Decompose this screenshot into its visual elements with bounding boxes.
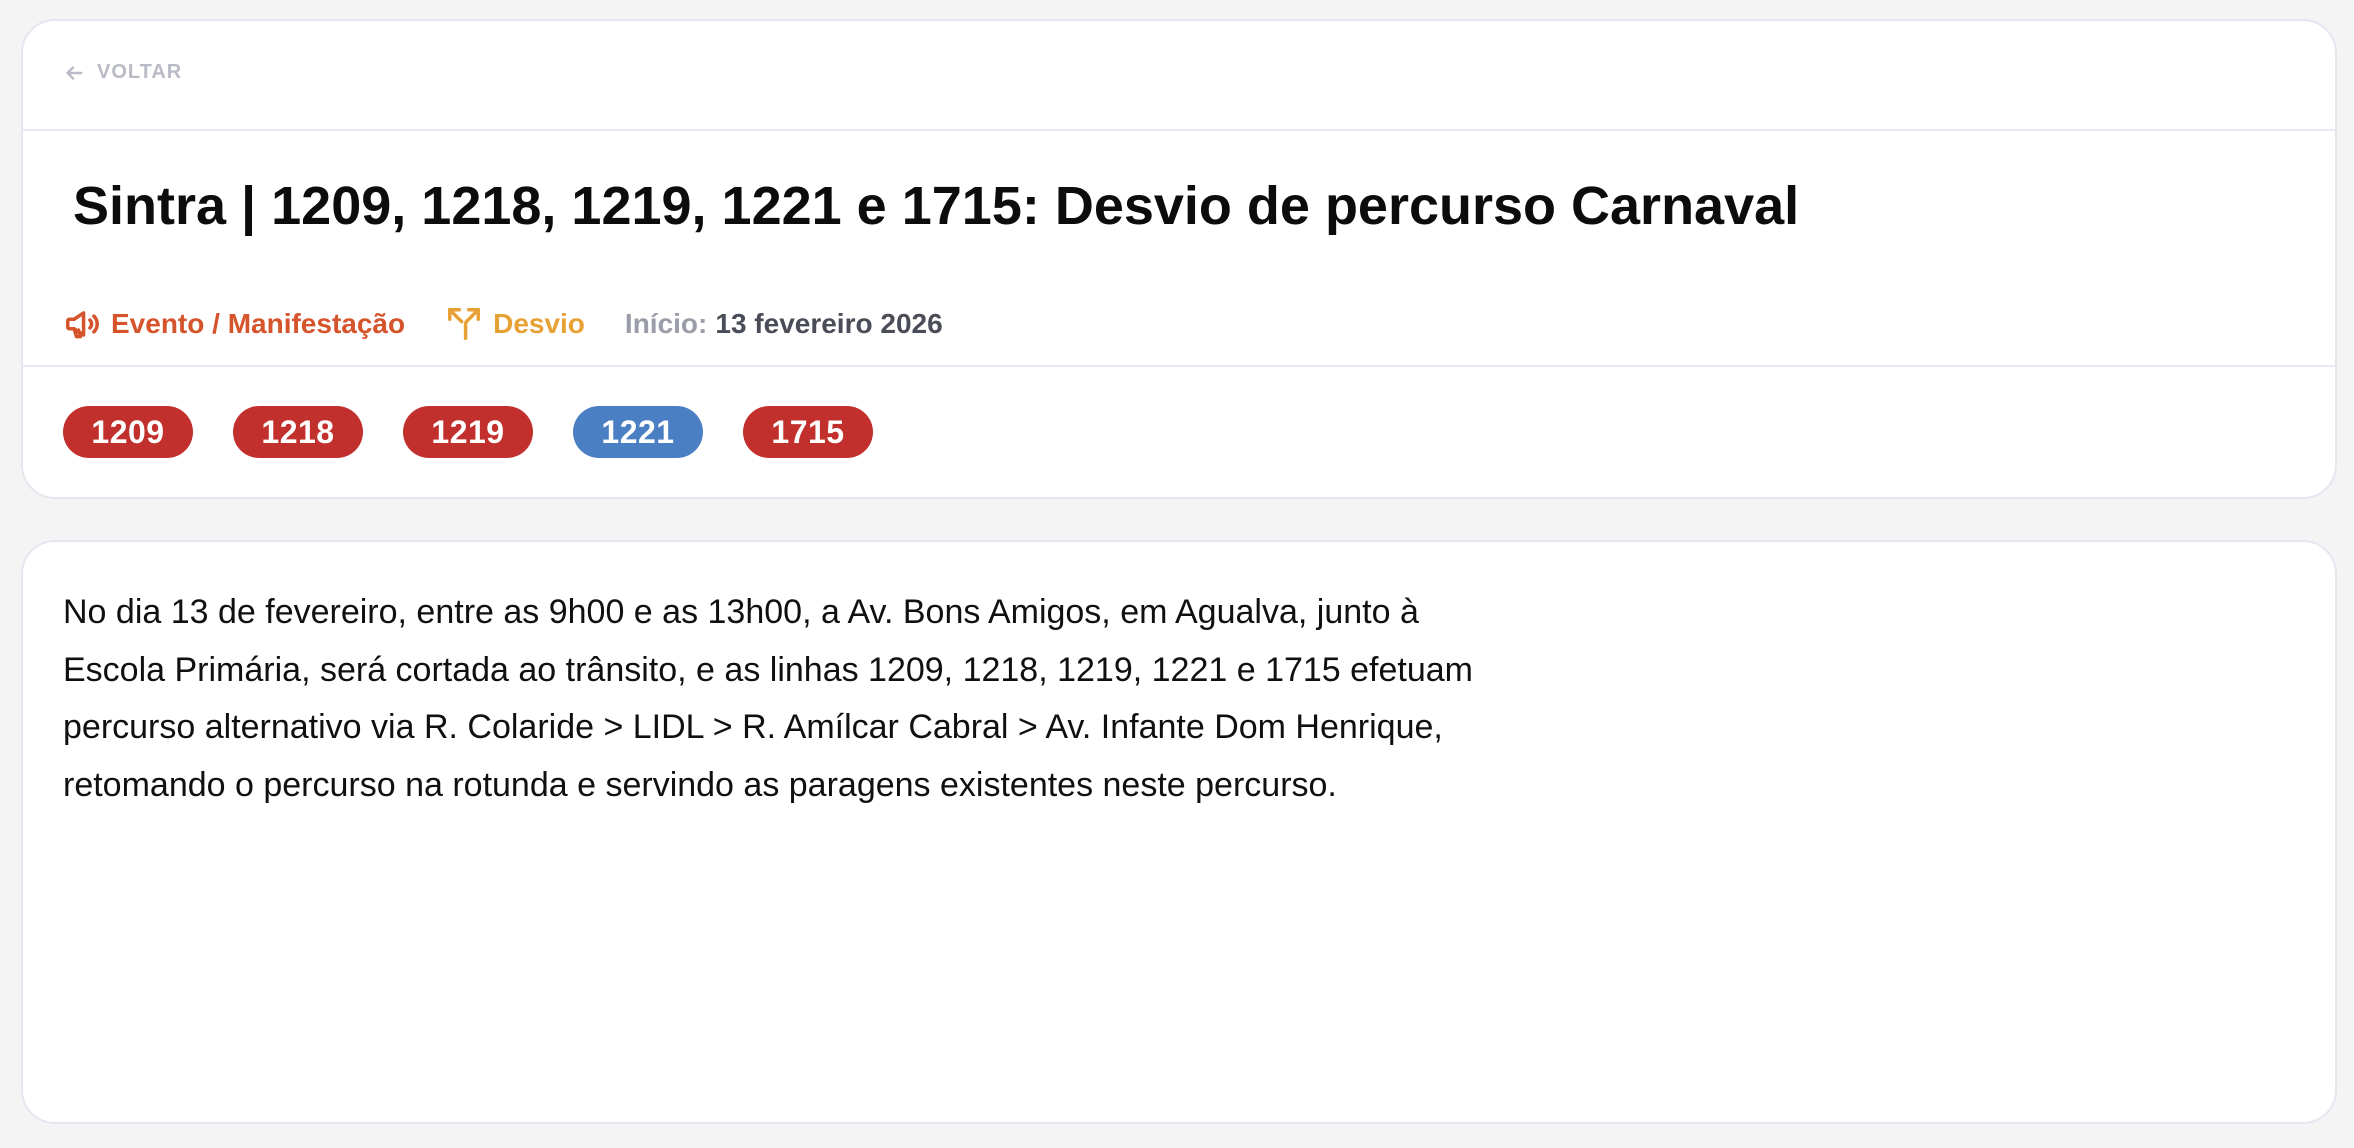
start-date-label: Início: xyxy=(624,308,708,339)
event-type-tag: Evento / Manifestação xyxy=(63,305,405,343)
line-badge-1715[interactable]: 1715 xyxy=(743,406,873,458)
event-type-label: Evento / Manifestação xyxy=(111,308,406,339)
alert-meta: Evento / Manifestação Desvio Início: 13 … xyxy=(63,302,943,346)
line-badges: 1209 1218 1219 1221 1715 xyxy=(63,406,873,458)
start-date-value: 13 fevereiro 2026 xyxy=(715,308,943,339)
line-badge-1219[interactable]: 1219 xyxy=(403,406,533,458)
back-row: VOLTAR xyxy=(23,21,2335,131)
back-link[interactable]: VOLTAR xyxy=(63,61,182,84)
alert-header-card: VOLTAR Sintra | 1209, 1218, 1219, 1221 e… xyxy=(21,19,2337,499)
megaphone-icon xyxy=(66,311,99,339)
back-label: VOLTAR xyxy=(97,61,183,83)
arrow-left-icon xyxy=(66,65,83,80)
start-date: Início: 13 fevereiro 2026 xyxy=(625,308,943,340)
page-title: Sintra | 1209, 1218, 1219, 1221 e 1715: … xyxy=(73,176,1800,236)
detour-tag: Desvio xyxy=(445,305,585,343)
line-badge-1209[interactable]: 1209 xyxy=(63,406,193,458)
detour-label: Desvio xyxy=(493,308,585,339)
detour-icon xyxy=(448,308,481,340)
affected-lines-row: 1209 1218 1219 1221 1715 xyxy=(23,365,2335,499)
line-badge-1218[interactable]: 1218 xyxy=(233,406,363,458)
alert-body-card: No dia 13 de fevereiro, entre as 9h00 e … xyxy=(21,540,2337,1124)
line-badge-1221[interactable]: 1221 xyxy=(573,406,703,458)
alert-description: No dia 13 de fevereiro, entre as 9h00 e … xyxy=(63,593,1474,804)
